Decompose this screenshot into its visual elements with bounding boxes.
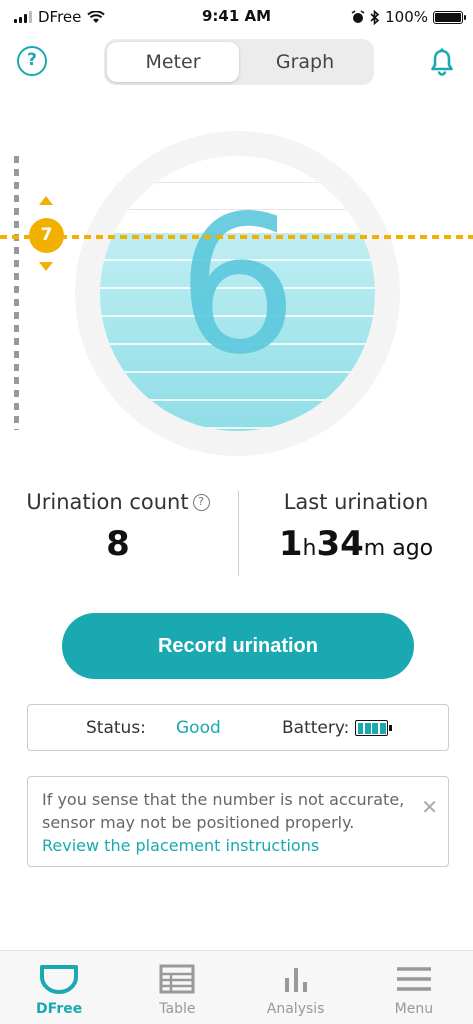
alarm-icon	[351, 10, 365, 23]
last-urination-value: 1h34m ago	[278, 524, 434, 564]
view-switcher: Meter Graph	[104, 39, 374, 85]
current-level: 6	[177, 175, 298, 396]
placement-notice: If you sense that the number is not accu…	[27, 776, 449, 867]
status-right: 100%	[351, 8, 466, 26]
close-icon[interactable]: ✕	[421, 797, 438, 817]
tab-analysis[interactable]: Analysis	[237, 951, 355, 1024]
last-urination-label: Last urination	[283, 490, 429, 514]
tab-analysis-label: Analysis	[266, 1001, 325, 1017]
tab-table[interactable]: Table	[118, 951, 236, 1024]
bar-chart-icon	[284, 968, 307, 992]
menu-icon	[396, 967, 431, 991]
app-screen: DFree 9:41 AM 100% ? Meter Graph 6 7 Uri…	[0, 0, 473, 1024]
table-icon	[159, 964, 195, 994]
info-icon[interactable]: ?	[192, 494, 210, 511]
bluetooth-icon	[370, 9, 380, 25]
battery-icon	[433, 10, 466, 24]
threshold-up-arrow-icon[interactable]	[39, 196, 53, 205]
threshold-handle[interactable]: 7	[29, 218, 64, 253]
device-status-box: Status: Good Battery:	[27, 704, 449, 751]
tab-meter[interactable]: Meter	[107, 42, 239, 82]
dfree-icon	[40, 965, 79, 994]
tab-menu[interactable]: Menu	[355, 951, 473, 1024]
tab-table-label: Table	[159, 1001, 196, 1017]
placement-instructions-link[interactable]: Review the placement instructions	[42, 834, 434, 857]
record-urination-button[interactable]: Record urination	[62, 613, 414, 679]
status-value: Good	[176, 718, 221, 738]
device-battery-icon	[355, 720, 392, 736]
urination-count-label: Urination count?	[0, 490, 236, 514]
battery-label: Battery:	[282, 718, 350, 738]
level-scale	[14, 156, 19, 430]
tab-menu-label: Menu	[394, 1001, 434, 1017]
status-bar: DFree 9:41 AM 100%	[0, 0, 473, 34]
tab-dfree[interactable]: DFree	[0, 951, 118, 1024]
meter-gauge: 6	[100, 156, 375, 431]
status-label: Status:	[86, 718, 146, 738]
battery-percent: 100%	[385, 8, 428, 26]
tab-bar: DFree Table Analysis Menu	[0, 950, 473, 1024]
urination-count-value: 8	[106, 524, 130, 564]
tab-graph[interactable]: Graph	[239, 42, 371, 82]
threshold-line	[0, 235, 473, 239]
last-urination-panel: Last urination 1h34m ago	[238, 490, 473, 570]
notice-text: If you sense that the number is not accu…	[42, 790, 405, 832]
tab-dfree-label: DFree	[36, 1001, 83, 1017]
help-button[interactable]: ?	[17, 46, 47, 76]
urination-count-panel: Urination count? 8	[0, 490, 236, 564]
threshold-down-arrow-icon[interactable]	[39, 262, 53, 271]
bell-icon[interactable]	[426, 46, 458, 78]
